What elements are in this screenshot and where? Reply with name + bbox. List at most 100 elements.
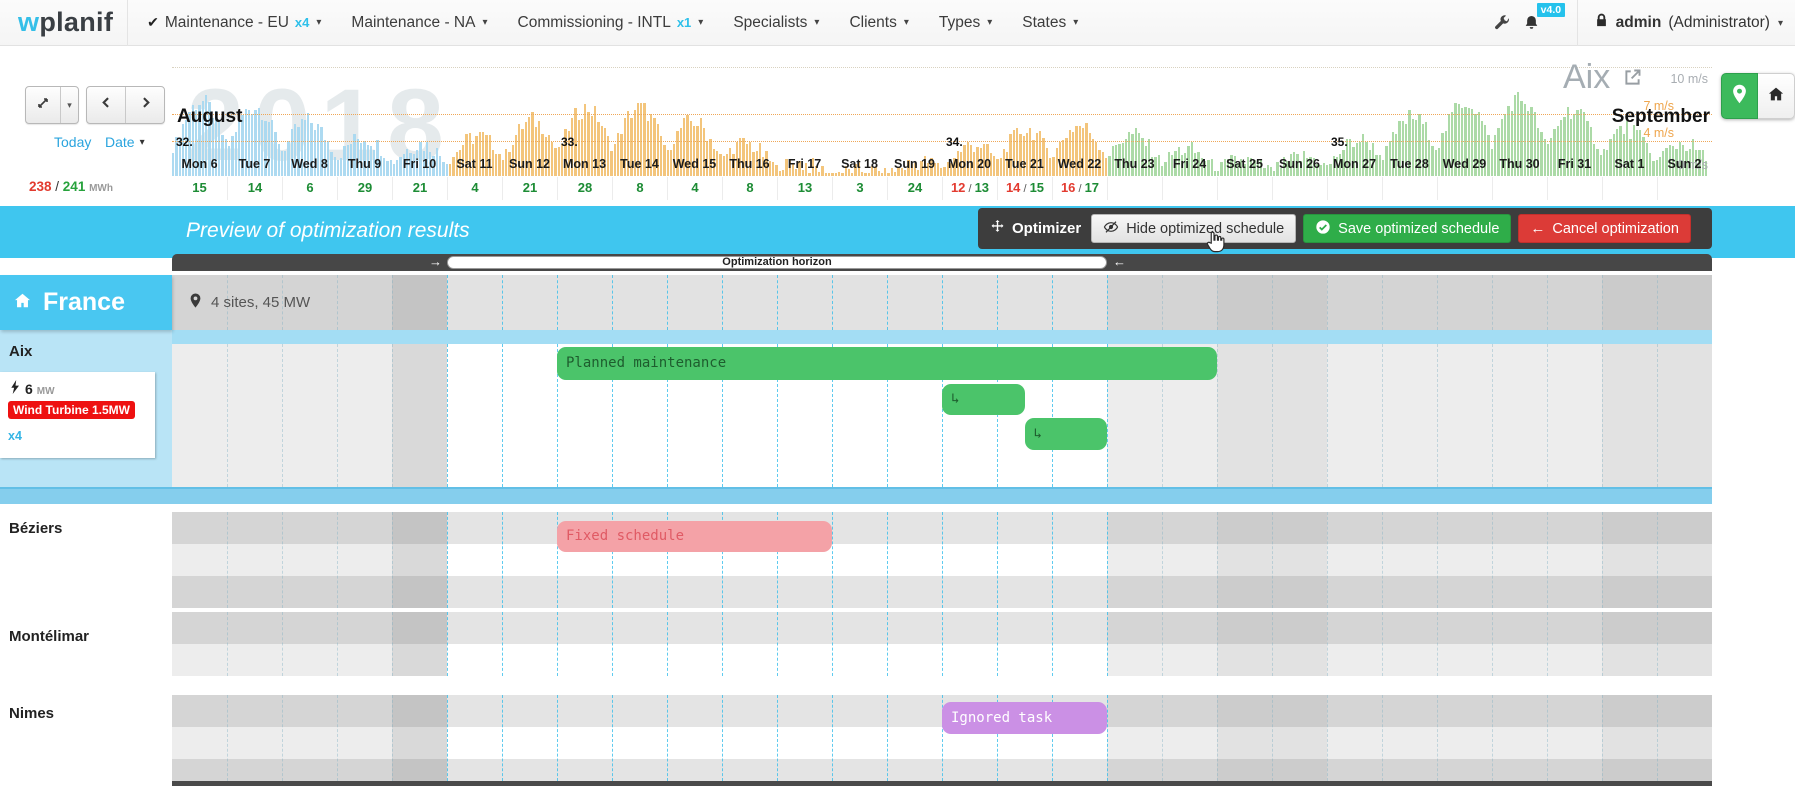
grid-shade (392, 344, 447, 487)
gantt-grid-aix: Planned maintenance ↳↳ (172, 344, 1712, 487)
task-planned[interactable]: ↳ (1025, 418, 1108, 450)
grid-day-line (1382, 612, 1383, 676)
hide-optimized-schedule-button[interactable]: Hide optimized schedule (1091, 214, 1296, 243)
optimization-horizon-handle[interactable]: Optimization horizon (447, 256, 1107, 269)
day-label: Thu 16 (722, 152, 777, 176)
range-options-button[interactable]: ▾ (61, 87, 78, 123)
user-menu[interactable]: admin (Administrator) ▾ (1578, 0, 1795, 46)
menu-specialists[interactable]: Specialists▾ (718, 0, 834, 45)
gantt-bottom-scrollbar[interactable] (172, 781, 1712, 786)
grid-day-line (997, 512, 998, 608)
date-dropdown[interactable]: Date▾ (105, 134, 145, 150)
site-name-nimes[interactable]: Nimes (9, 705, 54, 722)
site-rows-aix: Planned maintenance ↳↳ (0, 344, 1795, 487)
topbar-right: v4.0 admin (Administrator) ▾ (1487, 0, 1795, 46)
turbine-type-badge[interactable]: Wind Turbine 1.5MW (8, 401, 135, 419)
menu-label: Commissioning - INTL (518, 14, 671, 32)
main-menu: ✔Maintenance - EUx4▾Maintenance - NA▾ Com… (132, 0, 1093, 45)
cancel-optimization-button[interactable]: ← Cancel optimization (1518, 214, 1691, 243)
day-energy-value (1327, 177, 1382, 200)
menu-clients[interactable]: Clients▾ (834, 0, 923, 45)
grid-day-line (887, 512, 888, 608)
week-number: 33. (561, 135, 578, 149)
grid-day-line (392, 612, 393, 676)
menu-states[interactable]: States▾ (1007, 0, 1093, 45)
date-nav-control (86, 86, 165, 124)
grid-day-line (1437, 612, 1438, 676)
date-label: Date (105, 134, 135, 150)
country-summary-row: 4 sites, 45 MW (172, 275, 1712, 330)
external-link-icon[interactable] (1622, 58, 1643, 97)
grid-day-line (337, 512, 338, 608)
resize-range-button[interactable] (26, 87, 60, 123)
home-view-button[interactable] (1758, 73, 1795, 119)
view-switch-buttons (1721, 73, 1795, 119)
grid-day-line (447, 612, 448, 676)
wrench-icon[interactable] (1487, 0, 1517, 46)
power-value: 6 (25, 381, 33, 397)
day-label: Wed 15 (667, 152, 722, 176)
day-values-row: 151462921421288481332412 / 1314 / 1516 /… (172, 177, 1712, 200)
menu-label: Types (939, 14, 980, 32)
country-header[interactable]: France (0, 275, 172, 330)
day-energy-value (1272, 177, 1327, 200)
grid-shade (392, 612, 447, 676)
menu-count-badge: x1 (677, 15, 691, 30)
scale-label-4ms: 4 m/s (1643, 126, 1674, 140)
day-label: Tue 28 (1382, 152, 1437, 176)
day-energy-value (1657, 177, 1712, 200)
site-rows-nimes: Ignored task (0, 695, 1795, 781)
menu-maintenance-na[interactable]: Maintenance - NA▾ (336, 0, 502, 45)
group-strip (0, 330, 1795, 344)
location-pin-icon (1731, 84, 1748, 109)
site-name-beziers[interactable]: Béziers (9, 520, 62, 537)
menu-types[interactable]: Types▾ (924, 0, 1007, 45)
day-energy-value: 15 (172, 177, 227, 200)
grid-day-line (1602, 612, 1603, 676)
today-link[interactable]: Today (54, 134, 91, 150)
previous-period-button[interactable] (87, 87, 125, 123)
home-icon (1767, 85, 1785, 108)
grid-day-line (1217, 695, 1218, 781)
grid-day-line (392, 344, 393, 487)
day-labels-row: Mon 6Tue 7Wed 8Thu 9Fri 10Sat 11Sun 12Mo… (172, 152, 1712, 176)
menu-label: Specialists (733, 14, 807, 32)
country-row: France 4 sites, 45 MW (0, 275, 1795, 330)
save-optimized-schedule-button[interactable]: Save optimized schedule (1303, 214, 1511, 243)
day-energy-value: 24 (887, 177, 942, 200)
task-ignored[interactable]: Ignored task (942, 702, 1107, 734)
menu-label: Clients (849, 14, 896, 32)
notifications-bell-icon[interactable]: v4.0 (1517, 0, 1547, 46)
site-name-aix[interactable]: Aix (9, 343, 32, 360)
task-fixed[interactable]: Fixed schedule (557, 521, 832, 552)
grid-day-line (832, 512, 833, 608)
caret-down-icon: ▾ (67, 100, 72, 111)
timeline-header: ▾ Today Date▾ 238 / 241 MWh 2018 10 m/s … (0, 46, 1795, 206)
grid-day-line (337, 695, 338, 781)
task-planned[interactable]: ↳ (942, 384, 1025, 415)
grid-day-line (557, 695, 558, 781)
move-arrows-icon (990, 219, 1005, 238)
day-energy-value (1602, 177, 1657, 200)
next-period-button[interactable] (126, 87, 164, 123)
grid-day-line (1492, 344, 1493, 487)
site-name-montelimar[interactable]: Montélimar (9, 628, 89, 645)
diagonal-arrows-icon (35, 95, 51, 116)
grid-day-line (227, 512, 228, 608)
map-view-button[interactable] (1721, 73, 1758, 119)
day-label: Sat 18 (832, 152, 887, 176)
task-planned[interactable]: Planned maintenance (557, 347, 1217, 380)
turbine-count: x4 (8, 429, 22, 443)
grid-day-line (1657, 695, 1658, 781)
day-label: Sun 19 (887, 152, 942, 176)
grid-day-line (1272, 344, 1273, 487)
energy-available: 241 (63, 179, 86, 194)
day-label: Wed 29 (1437, 152, 1492, 176)
country-summary: 4 sites, 45 MW (172, 275, 1712, 330)
grid-day-line (1547, 695, 1548, 781)
energy-separator: / (52, 179, 63, 194)
menu-maintenance-eu[interactable]: ✔Maintenance - EUx4▾ (132, 0, 336, 45)
menu-commissioning-intl[interactable]: Commissioning - INTLx1▾ (503, 0, 719, 45)
site-rows-beziers: Fixed schedule (0, 512, 1795, 608)
grid-day-line (997, 612, 998, 676)
